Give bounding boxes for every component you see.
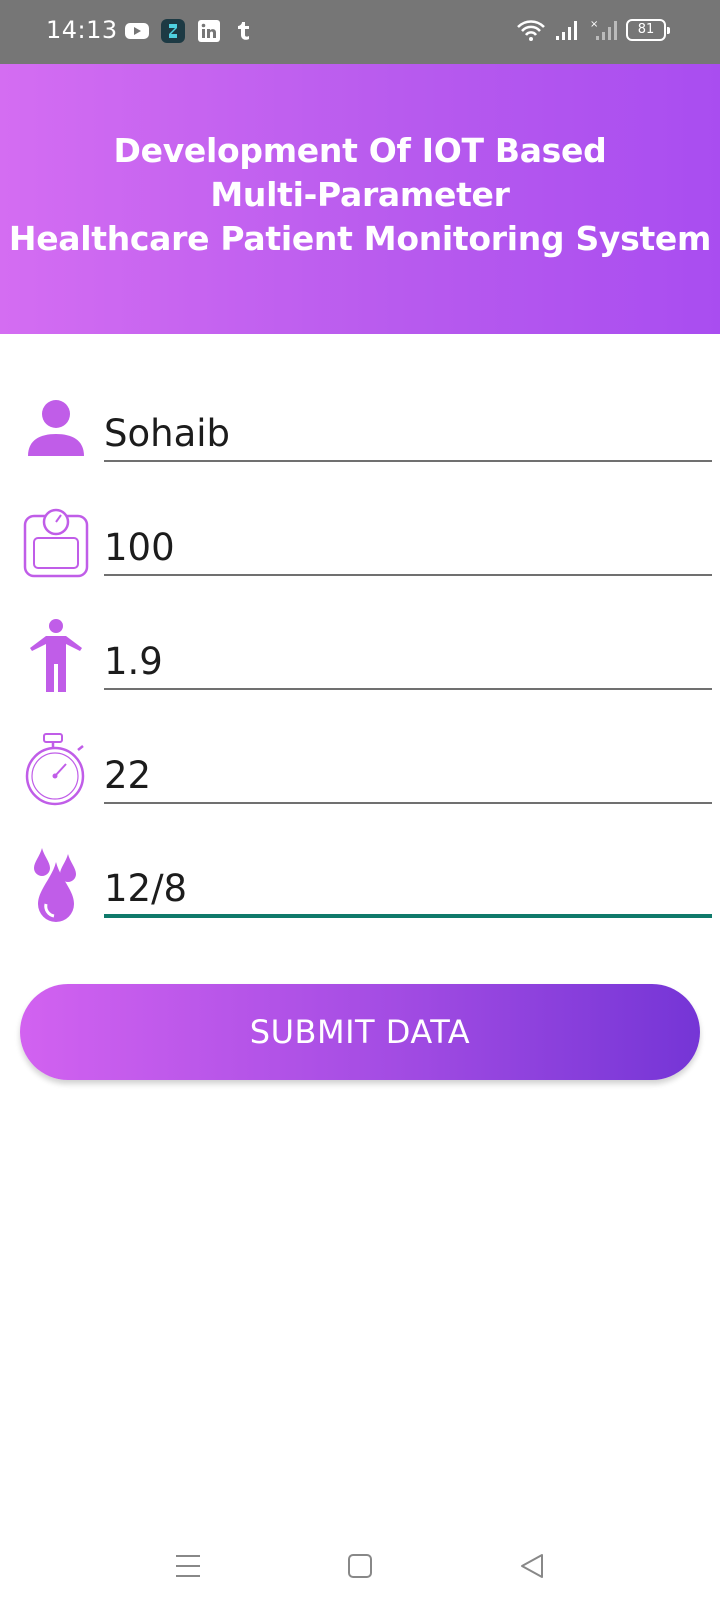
weight-input[interactable]: [104, 520, 712, 576]
no-signal-icon: ×: [590, 19, 617, 40]
signal-icon: [556, 21, 577, 40]
height-icon: [22, 618, 90, 692]
person-icon: [22, 394, 90, 466]
tumblr-icon: [232, 18, 258, 44]
menu-icon[interactable]: [172, 1550, 204, 1582]
weight-scale-icon: [22, 508, 90, 580]
app-header: Development Of IOT Based Multi-Parameter…: [0, 64, 720, 334]
age-row: [0, 733, 720, 836]
stopwatch-icon: [22, 732, 90, 806]
blood-drops-icon: [22, 846, 90, 922]
back-icon[interactable]: [516, 1550, 548, 1582]
weight-row: [0, 508, 720, 608]
status-time: 14:13: [46, 16, 118, 44]
submit-data-button[interactable]: SUBMIT DATA: [20, 984, 700, 1080]
app-title: Development Of IOT Based Multi-Parameter…: [8, 131, 712, 258]
wifi-icon: [517, 20, 545, 41]
battery-indicator: 81: [626, 19, 670, 41]
blood-pressure-row: [0, 848, 720, 950]
name-row: [0, 394, 720, 494]
blood-pressure-input[interactable]: [104, 862, 712, 918]
navigation-bar: [0, 1520, 720, 1600]
svg-text:×: ×: [590, 19, 598, 30]
status-bar: 14:13 × 81: [0, 0, 720, 64]
height-row: [0, 619, 720, 722]
linkedin-icon: [196, 18, 222, 44]
name-input[interactable]: [104, 406, 712, 462]
system-icons: × 81: [516, 18, 670, 42]
height-input[interactable]: [104, 634, 712, 690]
age-input[interactable]: [104, 748, 712, 804]
app-icon: [160, 18, 186, 44]
youtube-icon: [124, 18, 150, 44]
notification-icons: [124, 18, 258, 44]
home-icon[interactable]: [344, 1550, 376, 1582]
